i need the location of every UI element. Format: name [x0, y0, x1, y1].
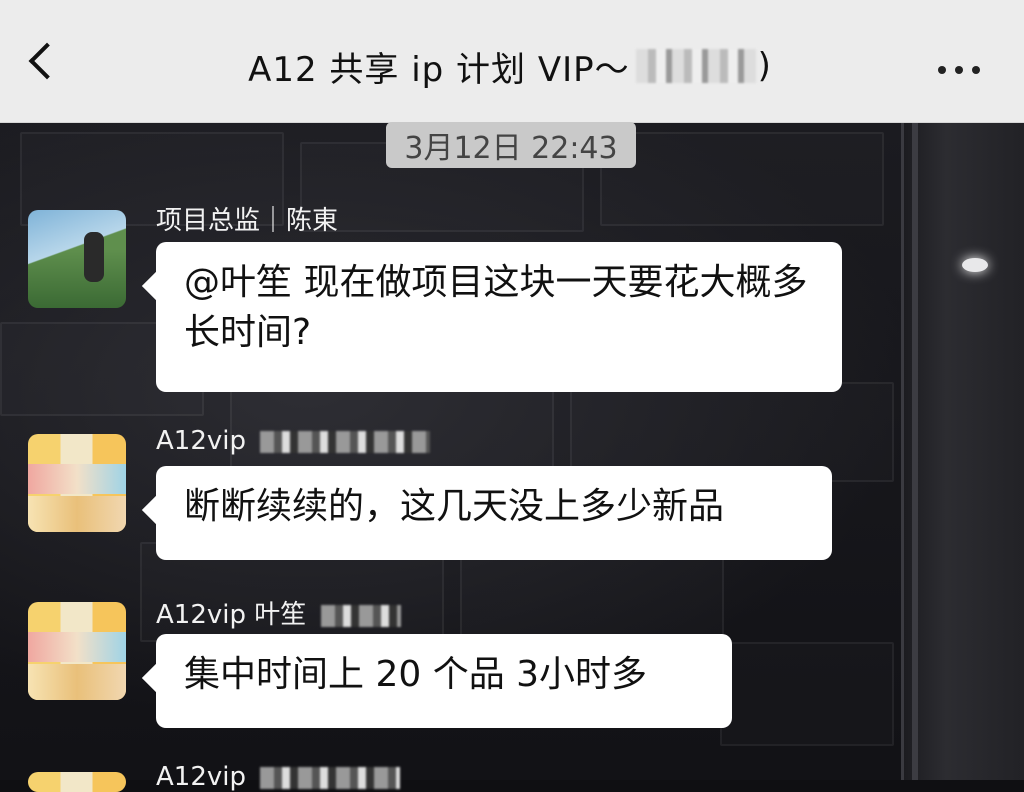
message-text: @叶笙 现在做项目这块一天要花大概多长时间?	[184, 262, 808, 353]
avatar-blur-band	[28, 632, 126, 662]
message-text: 集中时间上 20 个品 3小时多	[184, 654, 648, 695]
sender-name: A12vip	[156, 426, 431, 456]
blurred-name-segment	[260, 766, 401, 789]
background-light	[962, 258, 988, 272]
blurred-title-segment	[635, 49, 756, 83]
message-timestamp: 3月12日 22:43	[386, 122, 636, 168]
more-dot	[938, 66, 946, 74]
avatar[interactable]	[28, 434, 126, 532]
avatar-blur-band	[28, 496, 126, 532]
background-wall-block	[720, 642, 894, 746]
more-dot	[955, 66, 963, 74]
sender-name-text: A12vip 叶笙	[156, 600, 307, 630]
sender-name-text: A12vip	[156, 426, 246, 456]
avatar[interactable]	[28, 210, 126, 308]
message-bubble[interactable]: 断断续续的，这几天没上多少新品	[156, 466, 832, 560]
sender-name: A12vip	[156, 762, 401, 792]
avatar[interactable]	[28, 602, 126, 700]
avatar-blur-band	[28, 664, 126, 700]
more-dot	[972, 66, 980, 74]
avatar-blur-band	[28, 464, 126, 494]
sender-name: A12vip 叶笙	[156, 594, 401, 631]
background-pillar	[901, 122, 1024, 780]
blurred-name-segment	[260, 430, 431, 453]
message-bubble[interactable]: 集中时间上 20 个品 3小时多	[156, 634, 732, 728]
chat-header: A12 共享 ip 计划 VIP～ )	[0, 0, 1024, 123]
chat-title-tail: )	[757, 46, 772, 86]
avatar-figure	[84, 232, 104, 282]
message-bubble[interactable]: @叶笙 现在做项目这块一天要花大概多长时间?	[156, 242, 842, 392]
sender-name-text: A12vip	[156, 762, 246, 792]
chevron-left-icon[interactable]	[28, 42, 66, 80]
chat-title-text: A12 共享 ip 计划 VIP～	[248, 49, 630, 90]
background-rail	[912, 122, 918, 780]
message-text: 断断续续的，这几天没上多少新品	[184, 486, 725, 527]
blurred-name-segment	[320, 604, 401, 627]
more-horizontal-icon[interactable]	[938, 66, 980, 74]
chat-title: A12 共享 ip 计划 VIP～ )	[200, 36, 820, 96]
background-wall-block	[600, 132, 884, 226]
sender-name: 项目总监｜陈東	[156, 206, 339, 236]
avatar[interactable]	[28, 772, 126, 792]
